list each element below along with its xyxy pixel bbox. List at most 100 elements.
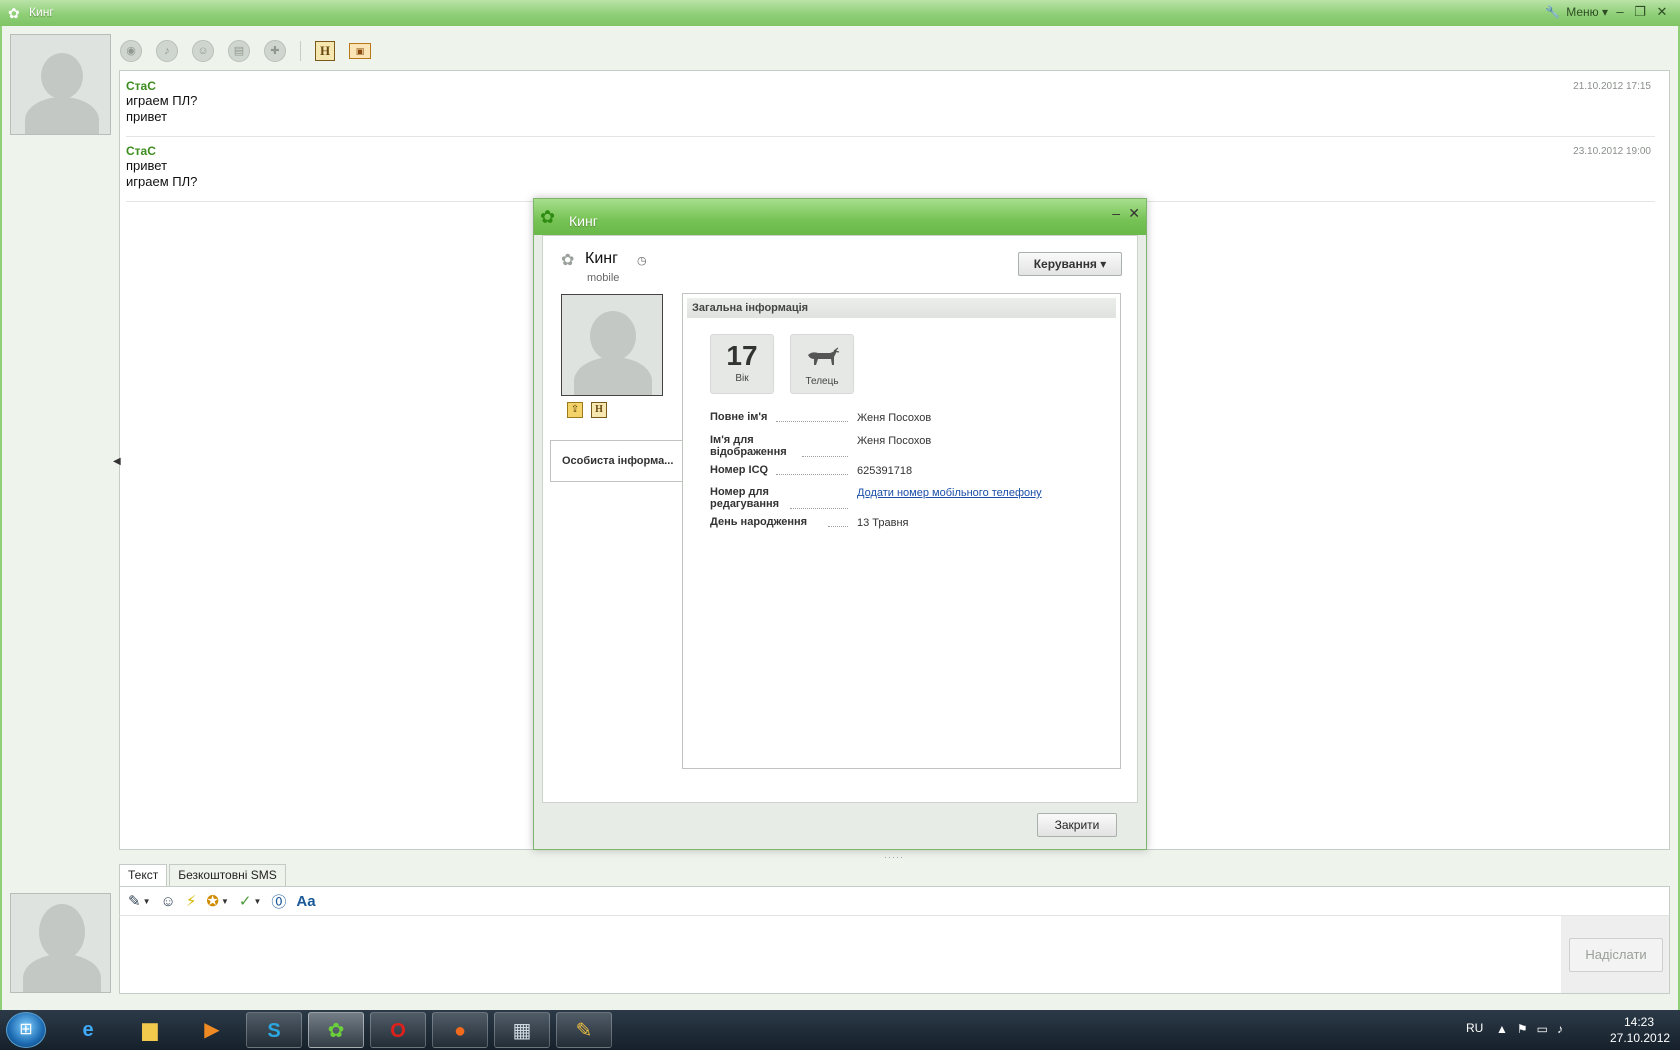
- contact-status: mobile: [587, 272, 620, 284]
- field-label: Повне ім'я: [710, 411, 768, 423]
- contact-name: Кинг: [585, 250, 618, 267]
- calculator-icon[interactable]: ▦: [494, 1012, 550, 1048]
- taurus-bull-icon: [808, 347, 840, 365]
- skype-icon[interactable]: S: [246, 1012, 302, 1048]
- translate-icon[interactable]: ⓪: [271, 891, 286, 912]
- message-line: привет: [126, 158, 168, 173]
- dialog-titlebar[interactable]: ✿ Кинг – ✕: [534, 199, 1146, 235]
- file-explorer-icon[interactable]: ▆: [122, 1012, 178, 1048]
- lightning-icon[interactable]: ⚡: [186, 892, 197, 910]
- contact-avatar[interactable]: [10, 34, 111, 135]
- age-label: Вік: [735, 373, 749, 384]
- message-line: играем ПЛ?: [126, 93, 198, 108]
- chevron-down-icon[interactable]: ▼: [253, 897, 261, 906]
- avatar-head: [41, 53, 83, 99]
- chevron-down-icon[interactable]: ▼: [143, 897, 151, 906]
- internet-explorer-icon[interactable]: e: [60, 1012, 116, 1048]
- general-info-panel: Загальна інформація 17 Вік Телець Повне …: [682, 293, 1121, 769]
- main-menu-button[interactable]: 🔧 Меню ▾: [1545, 5, 1608, 19]
- contacts-icon[interactable]: ☺: [192, 40, 214, 62]
- field-value: Женя Посохов: [857, 412, 932, 424]
- field-label: Ім'я для відображення: [710, 434, 787, 458]
- tab-text[interactable]: Текст: [119, 864, 168, 886]
- send-button[interactable]: Надіслати: [1569, 938, 1663, 972]
- avatar-head: [590, 311, 636, 361]
- manage-button[interactable]: Керування ▾: [1018, 252, 1122, 276]
- wrench-icon: 🔧: [1545, 5, 1561, 19]
- smiley-icon[interactable]: ☺: [161, 893, 176, 910]
- collapse-arrow-icon[interactable]: ◀: [113, 456, 121, 467]
- age-value: 17: [726, 340, 758, 371]
- files-icon[interactable]: ▤: [228, 40, 250, 62]
- notes-h-icon[interactable]: H: [315, 41, 335, 61]
- minimize-button[interactable]: –: [1612, 3, 1628, 21]
- contact-info-dialog: ✿ Кинг – ✕ ✿ Кинг ◷ mobile Керування ▾ ⇪…: [533, 198, 1147, 850]
- chat-toolbar: ◉ ♪ ☺ ▤ ✚ H ▣: [120, 40, 371, 62]
- microphone-icon[interactable]: ♪: [156, 40, 178, 62]
- message-item: СтаС 21.10.2012 17:15 играем ПЛ? привет: [126, 79, 1655, 137]
- clock[interactable]: 14:23 27.10.2012: [1610, 1014, 1671, 1046]
- show-hidden-icons-icon[interactable]: ▲: [1496, 1022, 1517, 1036]
- status-flower-icon: ✿: [561, 252, 575, 269]
- field-value: Женя Посохов: [857, 435, 932, 447]
- tray-icons: ▲⚑▭♪: [1496, 1022, 1572, 1036]
- dialog-close-icon[interactable]: ✕: [1128, 205, 1140, 222]
- message-line: играем ПЛ?: [126, 174, 198, 189]
- icq-flower-icon: ✿: [540, 207, 556, 227]
- message-timestamp: 21.10.2012 17:15: [1573, 81, 1651, 92]
- dialog-title: Кинг: [569, 213, 598, 229]
- games-icon[interactable]: ✚: [264, 40, 286, 62]
- origin-icon[interactable]: ●: [432, 1012, 488, 1048]
- tab-personal-info[interactable]: Особиста інформа...: [550, 440, 683, 482]
- close-window-button[interactable]: ✕: [1654, 3, 1670, 21]
- avatar-body: [23, 954, 101, 992]
- font-icon[interactable]: Aa: [296, 893, 315, 910]
- composer-tabs: Текст Безкоштовні SMS: [119, 864, 286, 886]
- taskbar: ⊞ e ▆ ▶ S ✿ O ● ▦ ✎ RU ▲⚑▭♪ 14:23 27.10.…: [0, 1010, 1680, 1050]
- avatar-body: [25, 97, 99, 134]
- window-title: Кинг: [29, 5, 54, 19]
- start-button[interactable]: ⊞: [6, 1012, 46, 1048]
- icq-flower-icon: ✿: [8, 5, 20, 21]
- main-window-titlebar[interactable]: ✿ Кинг 🔧 Меню ▾ – ❐ ✕: [0, 0, 1680, 26]
- close-dialog-button[interactable]: Закрити: [1037, 813, 1117, 837]
- own-avatar[interactable]: [10, 893, 111, 993]
- volume-icon[interactable]: ♪: [1557, 1022, 1572, 1036]
- message-input[interactable]: Надіслати: [119, 916, 1670, 994]
- webcam-icon[interactable]: ◉: [120, 40, 142, 62]
- language-indicator[interactable]: RU: [1466, 1021, 1483, 1035]
- add-mobile-number-link[interactable]: Додати номер мобільного телефону: [857, 487, 1042, 499]
- maximize-button[interactable]: ❐: [1632, 3, 1648, 21]
- tab-free-sms[interactable]: Безкоштовні SMS: [169, 864, 286, 886]
- field-label: Номер для редагування: [710, 486, 780, 510]
- field-value: 13 Травня: [857, 517, 909, 529]
- icq-icon[interactable]: ✿: [308, 1012, 364, 1048]
- sticker-icon[interactable]: ✪: [206, 892, 219, 910]
- format-icon[interactable]: ✎: [128, 892, 141, 910]
- notes-h-icon[interactable]: H: [591, 402, 607, 418]
- contact-card-icon[interactable]: ▣: [349, 43, 371, 59]
- manage-button-label: Керування: [1033, 257, 1097, 271]
- main-menu-label: Меню: [1566, 5, 1599, 19]
- chevron-down-icon[interactable]: ▼: [221, 897, 229, 906]
- network-icon[interactable]: ▭: [1537, 1022, 1557, 1036]
- clock-date: 27.10.2012: [1610, 1031, 1671, 1045]
- dialog-minimize-button[interactable]: –: [1112, 205, 1120, 221]
- paint-icon[interactable]: ✎: [556, 1012, 612, 1048]
- action-center-flag-icon[interactable]: ⚑: [1517, 1022, 1537, 1036]
- section-title: Загальна інформація: [687, 298, 1116, 318]
- spellcheck-icon[interactable]: ✓: [239, 892, 252, 910]
- splitter-handle[interactable]: ·····: [884, 852, 904, 862]
- age-tile: 17 Вік: [710, 334, 774, 394]
- avatar-head: [39, 904, 85, 960]
- dots-leader: [776, 474, 848, 475]
- field-label: Номер ICQ: [710, 464, 769, 476]
- dots-leader: [802, 456, 848, 457]
- dialog-content: ✿ Кинг ◷ mobile Керування ▾ ⇪ H Особиста…: [542, 235, 1138, 803]
- dialog-avatar: [561, 294, 663, 396]
- field-label: День народження: [710, 516, 808, 528]
- opera-icon[interactable]: O: [370, 1012, 426, 1048]
- media-player-icon[interactable]: ▶: [184, 1012, 240, 1048]
- dots-leader: [828, 526, 848, 527]
- upload-icon[interactable]: ⇪: [567, 402, 583, 418]
